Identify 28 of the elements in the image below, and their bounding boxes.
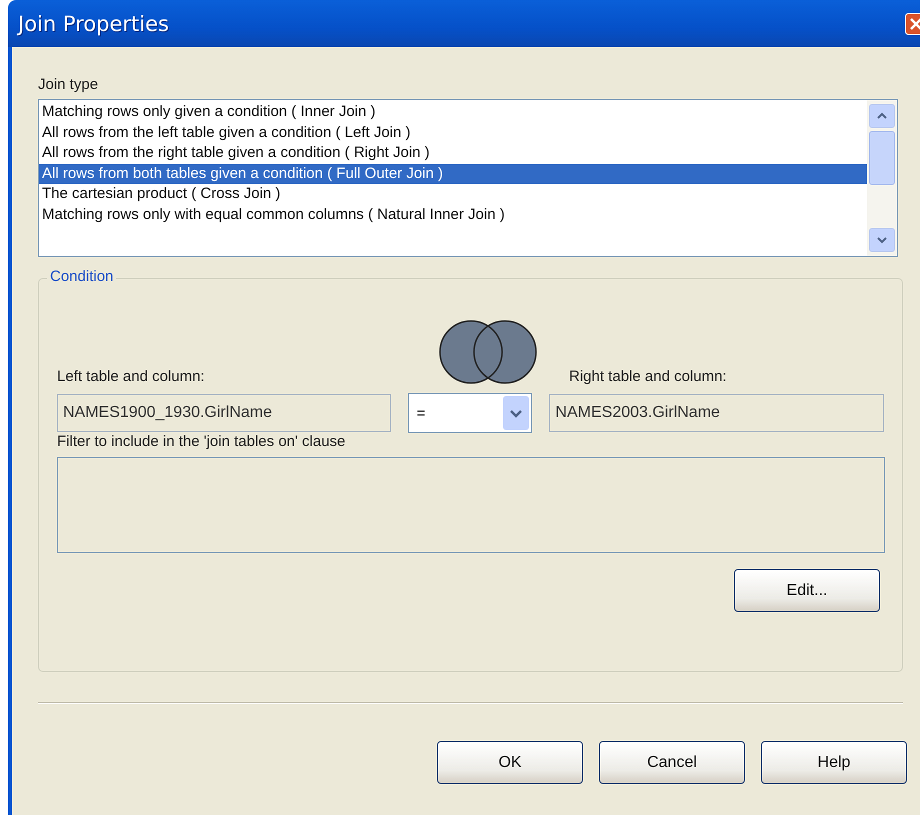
right-column-field[interactable]: NAMES2003.GirlName bbox=[549, 394, 884, 432]
operator-dropdown[interactable]: = bbox=[408, 393, 532, 433]
list-item[interactable]: Matching rows only given a condition ( Inner Join ) bbox=[39, 102, 867, 122]
list-item[interactable]: The cartesian product ( Cross Join ) bbox=[39, 184, 867, 204]
filter-field[interactable] bbox=[57, 457, 885, 553]
join-type-list[interactable] bbox=[38, 99, 898, 257]
scroll-thumb[interactable] bbox=[869, 131, 895, 185]
right-column-label: Right table and column: bbox=[569, 368, 727, 385]
list-item[interactable]: All rows from both tables given a condition ( Full Outer Join ) bbox=[39, 164, 867, 184]
join-type-label: Join type bbox=[38, 76, 100, 93]
list-item[interactable]: Matching rows only with equal common columns ( Natural Inner Join ) bbox=[39, 204, 867, 225]
close-icon[interactable] bbox=[905, 12, 920, 34]
list-item[interactable]: All rows from the left table given a condition ( Left Join ) bbox=[39, 122, 867, 143]
dialog-button[interactable]: OK bbox=[437, 741, 583, 784]
scroll-up-button[interactable] bbox=[869, 104, 895, 128]
venn-diagram-icon bbox=[437, 319, 539, 385]
filter-label: Filter to include in the 'join tables on' clause bbox=[57, 433, 346, 450]
list-item[interactable]: All rows from the right table given a condition ( Right Join ) bbox=[39, 143, 867, 164]
window-title: Join Properties bbox=[16, 12, 169, 36]
edit-button[interactable]: Edit... bbox=[734, 569, 880, 612]
scroll-down-button[interactable] bbox=[869, 228, 895, 252]
dialog-button[interactable]: Help bbox=[761, 741, 907, 784]
caret-down-icon[interactable] bbox=[877, 236, 887, 244]
left-column-field[interactable]: NAMES1900_1930.GirlName bbox=[57, 394, 391, 432]
caret-up-icon[interactable] bbox=[877, 112, 887, 120]
dialog-button[interactable]: Cancel bbox=[599, 741, 745, 784]
scrollbar[interactable] bbox=[867, 100, 897, 256]
left-column-label: Left table and column: bbox=[57, 368, 206, 385]
